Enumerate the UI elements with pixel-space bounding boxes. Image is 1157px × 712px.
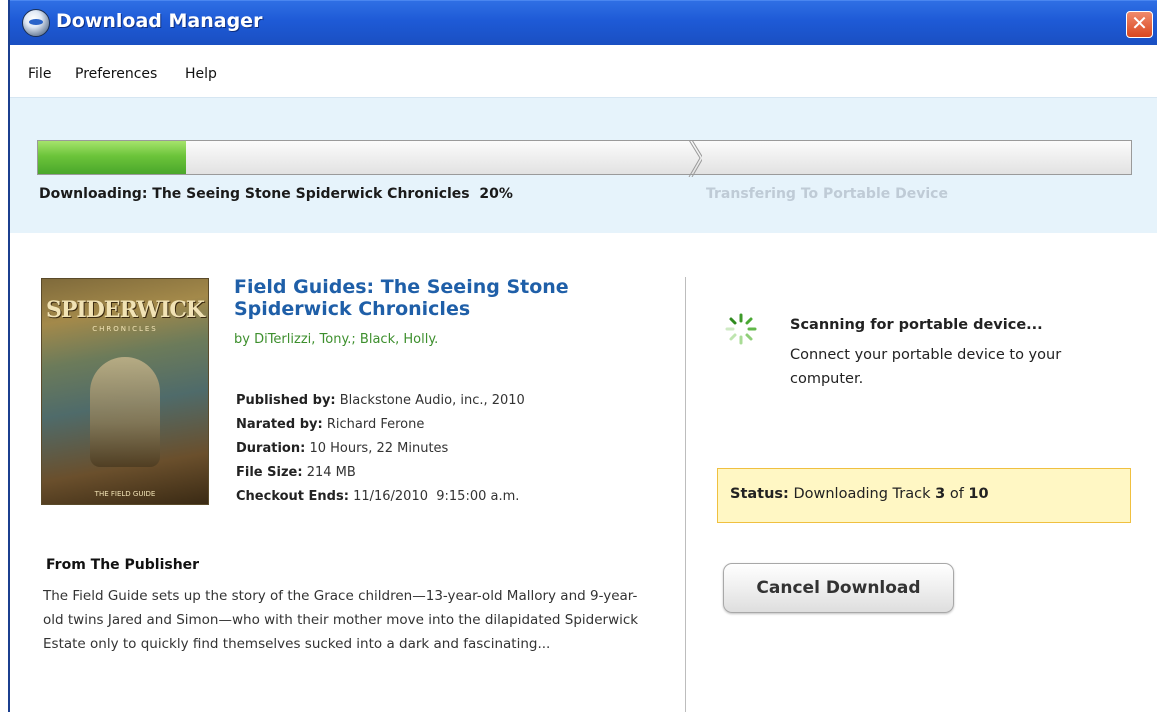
- scan-status-title: Scanning for portable device...: [790, 317, 1043, 333]
- close-button[interactable]: ✕: [1126, 11, 1153, 38]
- menu-preferences[interactable]: Preferences: [75, 66, 157, 82]
- menu-file[interactable]: File: [28, 66, 51, 82]
- publisher-heading: From The Publisher: [46, 557, 200, 573]
- publisher-description: The Field Guide sets up the story of the…: [43, 588, 639, 652]
- transfer-status-label: Transfering To Portable Device: [706, 186, 948, 202]
- detail-checkout-ends: Checkout Ends: 11/16/2010 9:15:00 a.m.: [236, 489, 520, 504]
- book-authors[interactable]: by DiTerlizzi, Tony.; Black, Holly.: [234, 332, 438, 347]
- menu-bar: File Preferences Help: [10, 52, 1157, 96]
- status-text: Status: Downloading Track 3 of 10: [730, 486, 989, 502]
- detail-duration: Duration: 10 Hours, 22 Minutes: [236, 441, 449, 456]
- stage-separator-icon: [688, 140, 702, 177]
- book-title[interactable]: Field Guides: The Seeing Stone Spiderwic…: [234, 276, 604, 320]
- cancel-download-button[interactable]: Cancel Download: [723, 563, 954, 613]
- book-cover-image: SPIDERWICK CHRONICLES THE FIELD GUIDE: [41, 278, 209, 505]
- panel-divider: [685, 277, 686, 712]
- progress-panel: Downloading: The Seeing Stone Spiderwick…: [10, 97, 1157, 233]
- detail-published: Published by: Blackstone Audio, inc., 20…: [236, 393, 525, 408]
- app-icon: [22, 9, 50, 37]
- download-progress-fill: [38, 141, 186, 174]
- book-details: Published by: Blackstone Audio, inc., 20…: [236, 389, 525, 509]
- cover-footer: THE FIELD GUIDE: [94, 490, 156, 498]
- menu-help[interactable]: Help: [185, 66, 217, 82]
- title-bar: Download Manager ✕: [10, 0, 1157, 45]
- detail-file-size: File Size: 214 MB: [236, 465, 356, 480]
- status-box: Status: Downloading Track 3 of 10: [717, 468, 1131, 523]
- progress-track: [37, 140, 1132, 177]
- loading-spinner-icon: [725, 313, 757, 345]
- window-title: Download Manager: [56, 10, 263, 32]
- detail-narrated: Narated by: Richard Ferone: [236, 417, 425, 432]
- cover-subtitle: CHRONICLES: [92, 325, 158, 333]
- download-status-label: Downloading: The Seeing Stone Spiderwick…: [39, 186, 513, 202]
- cover-illustration: [90, 357, 160, 467]
- scan-instructions: Connect your portable device to your com…: [790, 347, 1062, 387]
- download-manager-window: Download Manager ✕ File Preferences Help…: [8, 0, 1157, 712]
- cover-title: SPIDERWICK: [46, 297, 205, 323]
